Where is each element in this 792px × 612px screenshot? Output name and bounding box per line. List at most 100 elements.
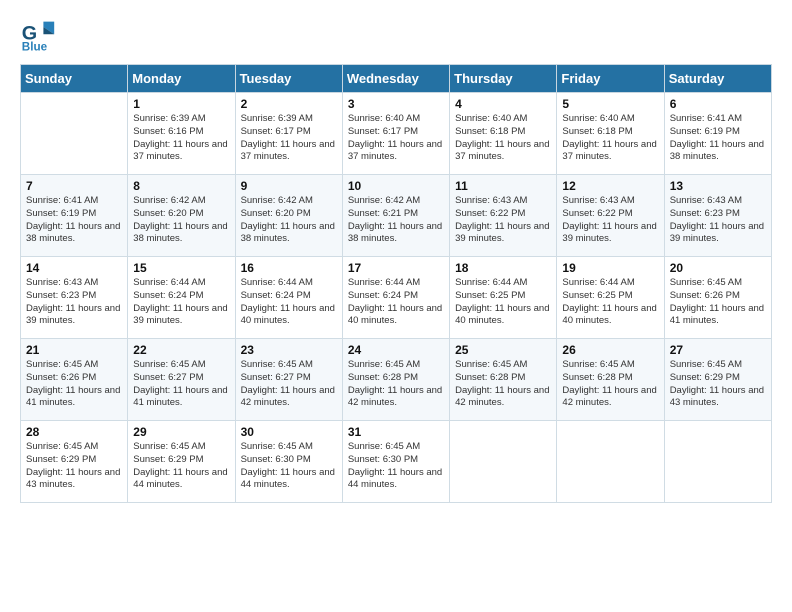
table-row: 14 Sunrise: 6:43 AMSunset: 6:23 PMDayligh… [21,257,128,339]
day-detail: Sunrise: 6:44 AMSunset: 6:25 PMDaylight:… [455,277,551,328]
day-detail: Sunrise: 6:45 AMSunset: 6:28 PMDaylight:… [348,359,444,410]
table-row: 16Sunrise: 6:44 AMSunset: 6:24 PMDayligh… [235,257,342,339]
day-detail: Sunrise: 6:45 AMSunset: 6:26 PMDaylight:… [26,359,122,410]
table-row: 23 Sunrise: 6:45 AMSunset: 6:27 PMDayligh… [235,339,342,421]
day-number: 20 [670,261,766,275]
day-number: 10 [348,179,444,193]
calendar-week-row: 14 Sunrise: 6:43 AMSunset: 6:23 PMDayligh… [21,257,772,339]
day-number: 23 [241,343,337,357]
col-saturday: Saturday [664,65,771,93]
table-row: 17 Sunrise: 6:44 AMSunset: 6:24 PMDayligh… [342,257,449,339]
table-row: 31 Sunrise: 6:45 AMSunset: 6:30 PMDayligh… [342,421,449,503]
day-detail: Sunrise: 6:45 AMSunset: 6:28 PMDaylight:… [455,359,551,410]
day-number: 15 [133,261,229,275]
day-detail: Sunrise: 6:44 AMSunset: 6:24 PMDaylight:… [348,277,444,328]
day-number: 22 [133,343,229,357]
calendar-week-row: 7Sunrise: 6:41 AMSunset: 6:19 PMDaylight… [21,175,772,257]
day-number: 4 [455,97,551,111]
logo-icon: G Blue [20,18,56,54]
day-detail: Sunrise: 6:45 AMSunset: 6:29 PMDaylight:… [670,359,766,410]
col-sunday: Sunday [21,65,128,93]
calendar-week-row: 28 Sunrise: 6:45 AMSunset: 6:29 PMDayligh… [21,421,772,503]
day-detail: Sunrise: 6:44 AMSunset: 6:24 PMDaylight:… [133,277,229,328]
day-detail: Sunrise: 6:42 AMSunset: 6:21 PMDaylight:… [348,195,444,246]
table-row: 9Sunrise: 6:42 AMSunset: 6:20 PMDaylight… [235,175,342,257]
table-row: 30Sunrise: 6:45 AMSunset: 6:30 PMDayligh… [235,421,342,503]
table-row [557,421,664,503]
table-row: 12 Sunrise: 6:43 AMSunset: 6:22 PMDayligh… [557,175,664,257]
table-row: 3Sunrise: 6:40 AMSunset: 6:17 PMDaylight… [342,93,449,175]
day-number: 7 [26,179,122,193]
day-number: 17 [348,261,444,275]
day-number: 6 [670,97,766,111]
calendar-header: Sunday Monday Tuesday Wednesday Thursday… [21,65,772,93]
col-thursday: Thursday [450,65,557,93]
day-number: 14 [26,261,122,275]
table-row: 5Sunrise: 6:40 AMSunset: 6:18 PMDaylight… [557,93,664,175]
day-number: 19 [562,261,658,275]
table-row: 6Sunrise: 6:41 AMSunset: 6:19 PMDaylight… [664,93,771,175]
day-detail: Sunrise: 6:40 AMSunset: 6:18 PMDaylight:… [455,113,551,164]
day-detail: Sunrise: 6:42 AMSunset: 6:20 PMDaylight:… [133,195,229,246]
day-number: 13 [670,179,766,193]
table-row: 15 Sunrise: 6:44 AMSunset: 6:24 PMDayligh… [128,257,235,339]
table-row [21,93,128,175]
day-detail: Sunrise: 6:45 AMSunset: 6:30 PMDaylight:… [348,441,444,492]
table-row: 1Sunrise: 6:39 AMSunset: 6:16 PMDaylight… [128,93,235,175]
table-row: 24 Sunrise: 6:45 AMSunset: 6:28 PMDayligh… [342,339,449,421]
day-number: 9 [241,179,337,193]
calendar-body: 1Sunrise: 6:39 AMSunset: 6:16 PMDaylight… [21,93,772,503]
page: G Blue Sunday Monday Tuesday [0,0,792,612]
day-number: 21 [26,343,122,357]
day-detail: Sunrise: 6:43 AMSunset: 6:23 PMDaylight:… [26,277,122,328]
day-number: 31 [348,425,444,439]
day-number: 11 [455,179,551,193]
table-row: 22 Sunrise: 6:45 AMSunset: 6:27 PMDayligh… [128,339,235,421]
table-row: 20 Sunrise: 6:45 AMSunset: 6:26 PMDayligh… [664,257,771,339]
table-row: 29 Sunrise: 6:45 AMSunset: 6:29 PMDayligh… [128,421,235,503]
table-row: 18Sunrise: 6:44 AMSunset: 6:25 PMDayligh… [450,257,557,339]
calendar-week-row: 21 Sunrise: 6:45 AMSunset: 6:26 PMDayligh… [21,339,772,421]
day-number: 30 [241,425,337,439]
table-row: 2Sunrise: 6:39 AMSunset: 6:17 PMDaylight… [235,93,342,175]
day-detail: Sunrise: 6:43 AMSunset: 6:22 PMDaylight:… [455,195,551,246]
day-number: 27 [670,343,766,357]
day-number: 28 [26,425,122,439]
day-number: 16 [241,261,337,275]
table-row: 4 Sunrise: 6:40 AMSunset: 6:18 PMDaylight… [450,93,557,175]
day-detail: Sunrise: 6:43 AMSunset: 6:22 PMDaylight:… [562,195,658,246]
day-detail: Sunrise: 6:45 AMSunset: 6:29 PMDaylight:… [133,441,229,492]
table-row: 25Sunrise: 6:45 AMSunset: 6:28 PMDayligh… [450,339,557,421]
table-row: 8 Sunrise: 6:42 AMSunset: 6:20 PMDaylight… [128,175,235,257]
day-detail: Sunrise: 6:45 AMSunset: 6:28 PMDaylight:… [562,359,658,410]
day-number: 24 [348,343,444,357]
day-detail: Sunrise: 6:43 AMSunset: 6:23 PMDaylight:… [670,195,766,246]
logo: G Blue [20,18,60,54]
table-row: 26 Sunrise: 6:45 AMSunset: 6:28 PMDayligh… [557,339,664,421]
day-number: 12 [562,179,658,193]
calendar: Sunday Monday Tuesday Wednesday Thursday… [20,64,772,503]
table-row: 21 Sunrise: 6:45 AMSunset: 6:26 PMDayligh… [21,339,128,421]
svg-text:Blue: Blue [22,40,48,53]
day-detail: Sunrise: 6:45 AMSunset: 6:26 PMDaylight:… [670,277,766,328]
weekday-row: Sunday Monday Tuesday Wednesday Thursday… [21,65,772,93]
day-detail: Sunrise: 6:45 AMSunset: 6:27 PMDaylight:… [241,359,337,410]
header: G Blue [20,18,772,54]
calendar-week-row: 1Sunrise: 6:39 AMSunset: 6:16 PMDaylight… [21,93,772,175]
day-number: 29 [133,425,229,439]
day-number: 26 [562,343,658,357]
day-number: 8 [133,179,229,193]
table-row: 7Sunrise: 6:41 AMSunset: 6:19 PMDaylight… [21,175,128,257]
day-detail: Sunrise: 6:40 AMSunset: 6:17 PMDaylight:… [348,113,444,164]
table-row: 19Sunrise: 6:44 AMSunset: 6:25 PMDayligh… [557,257,664,339]
table-row: 28Sunrise: 6:45 AMSunset: 6:29 PMDayligh… [21,421,128,503]
table-row [664,421,771,503]
col-friday: Friday [557,65,664,93]
day-number: 1 [133,97,229,111]
day-number: 2 [241,97,337,111]
day-detail: Sunrise: 6:40 AMSunset: 6:18 PMDaylight:… [562,113,658,164]
col-wednesday: Wednesday [342,65,449,93]
day-detail: Sunrise: 6:45 AMSunset: 6:27 PMDaylight:… [133,359,229,410]
col-monday: Monday [128,65,235,93]
table-row: 13 Sunrise: 6:43 AMSunset: 6:23 PMDayligh… [664,175,771,257]
